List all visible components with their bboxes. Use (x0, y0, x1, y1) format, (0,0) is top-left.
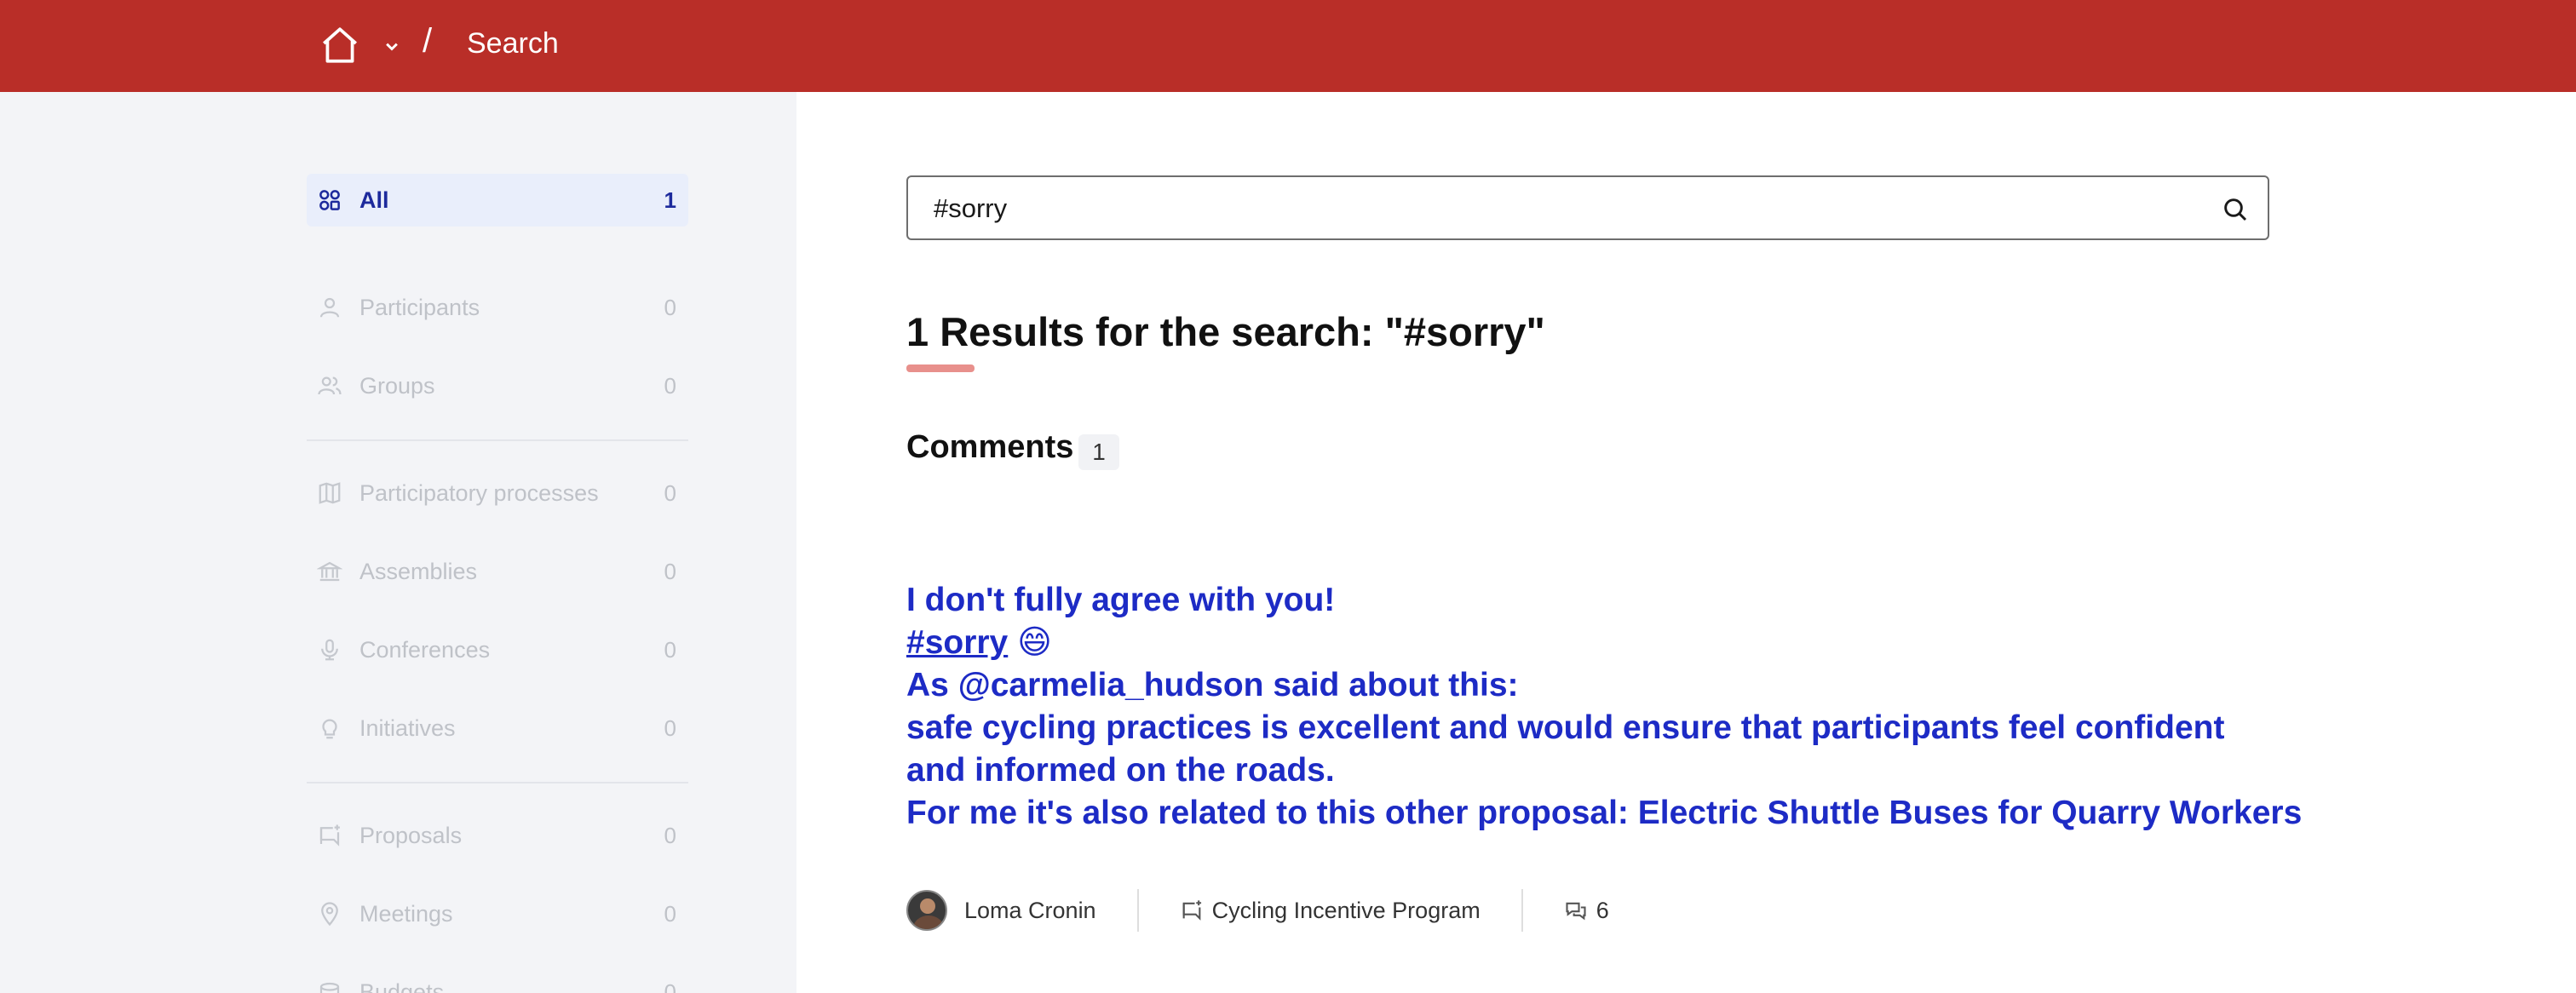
filter-count: 0 (664, 479, 676, 506)
filter-initiatives[interactable]: Initiatives 0 (307, 702, 688, 755)
meta-divider (1136, 889, 1139, 932)
filter-count: 0 (664, 979, 676, 993)
home-icon[interactable] (319, 24, 361, 66)
group-icon (318, 376, 342, 395)
filter-divider (307, 782, 688, 783)
filter-label: Budgets (359, 979, 445, 993)
comments-count-badge: 1 (1078, 434, 1119, 470)
location-icon (321, 902, 338, 927)
comment-line: safe cycling practices is excellent and … (906, 709, 2225, 789)
filter-label: Conferences (359, 636, 491, 663)
microphone-icon (321, 639, 338, 661)
grin-emoji-icon: 😄 (1017, 624, 1052, 661)
filter-assemblies[interactable]: Assemblies 0 (307, 545, 688, 598)
filter-count: 0 (664, 372, 676, 399)
avatar[interactable] (906, 890, 947, 931)
chevron-down-icon[interactable] (380, 34, 404, 58)
filter-label: Groups (359, 372, 435, 399)
comment-line: As @carmelia_hudson said about this: (906, 667, 1519, 703)
assembly-icon (317, 561, 342, 582)
proposal-icon (1182, 900, 1201, 921)
filter-groups[interactable]: Groups 0 (307, 359, 688, 412)
filter-participants[interactable]: Participants 0 (307, 281, 688, 334)
comment-meta: Loma Cronin Cycling Incentive Program 6 (906, 889, 1609, 932)
search-input[interactable] (934, 189, 2194, 228)
filter-label: Participatory processes (359, 479, 599, 506)
filter-count: 0 (664, 822, 676, 848)
breadcrumb-separator: / (423, 22, 433, 60)
filter-conferences[interactable]: Conferences 0 (307, 623, 688, 676)
budget-icon (319, 982, 340, 993)
filter-meetings[interactable]: Meetings 0 (307, 887, 688, 940)
filter-count: 0 (664, 900, 676, 927)
author-name[interactable]: Loma Cronin (964, 898, 1096, 924)
results-title: 1 Results for the search: "#sorry" (906, 309, 1545, 354)
filter-divider (307, 439, 688, 441)
grid-icon (319, 190, 340, 210)
process-icon (319, 482, 341, 504)
filter-label: Initiatives (359, 715, 456, 741)
proposal-icon (319, 824, 340, 847)
lightbulb-icon (322, 719, 337, 739)
filter-count: 0 (664, 558, 676, 584)
title-underline (906, 364, 975, 372)
comment-line: For me it's also related to this other p… (906, 795, 2303, 831)
filter-label: All (359, 187, 389, 213)
search-icon[interactable] (2222, 196, 2249, 223)
comment-line: I don't fully agree with you! (906, 582, 1336, 618)
comment-body[interactable]: I don't fully agree with you! #sorry 😄 A… (906, 579, 2303, 835)
meta-divider (1521, 889, 1523, 932)
filter-label: Meetings (359, 900, 453, 927)
filter-label: Participants (359, 294, 480, 320)
filter-budgets[interactable]: Budgets 0 (307, 966, 688, 993)
comments-section-title: Comments (906, 429, 1074, 465)
filter-count: 1 (664, 187, 676, 213)
filter-proposals[interactable]: Proposals 0 (307, 809, 688, 862)
hashtag-link[interactable]: #sorry (906, 624, 1008, 661)
space-link[interactable]: Cycling Incentive Program (1212, 898, 1481, 924)
top-bar: / Search (0, 0, 2576, 92)
breadcrumb-current: Search (467, 27, 559, 60)
search-box (906, 175, 2269, 240)
filter-count: 0 (664, 294, 676, 320)
comments-icon (1566, 902, 1586, 921)
comments-count: 6 (1596, 897, 1609, 923)
filter-count: 0 (664, 715, 676, 741)
filter-participatory-processes[interactable]: Participatory processes 0 (307, 467, 688, 519)
filter-count: 0 (664, 636, 676, 663)
filter-label: Proposals (359, 822, 463, 848)
filter-label: Assemblies (359, 558, 478, 584)
filter-all[interactable]: All 1 (307, 174, 688, 227)
user-icon (319, 297, 340, 318)
